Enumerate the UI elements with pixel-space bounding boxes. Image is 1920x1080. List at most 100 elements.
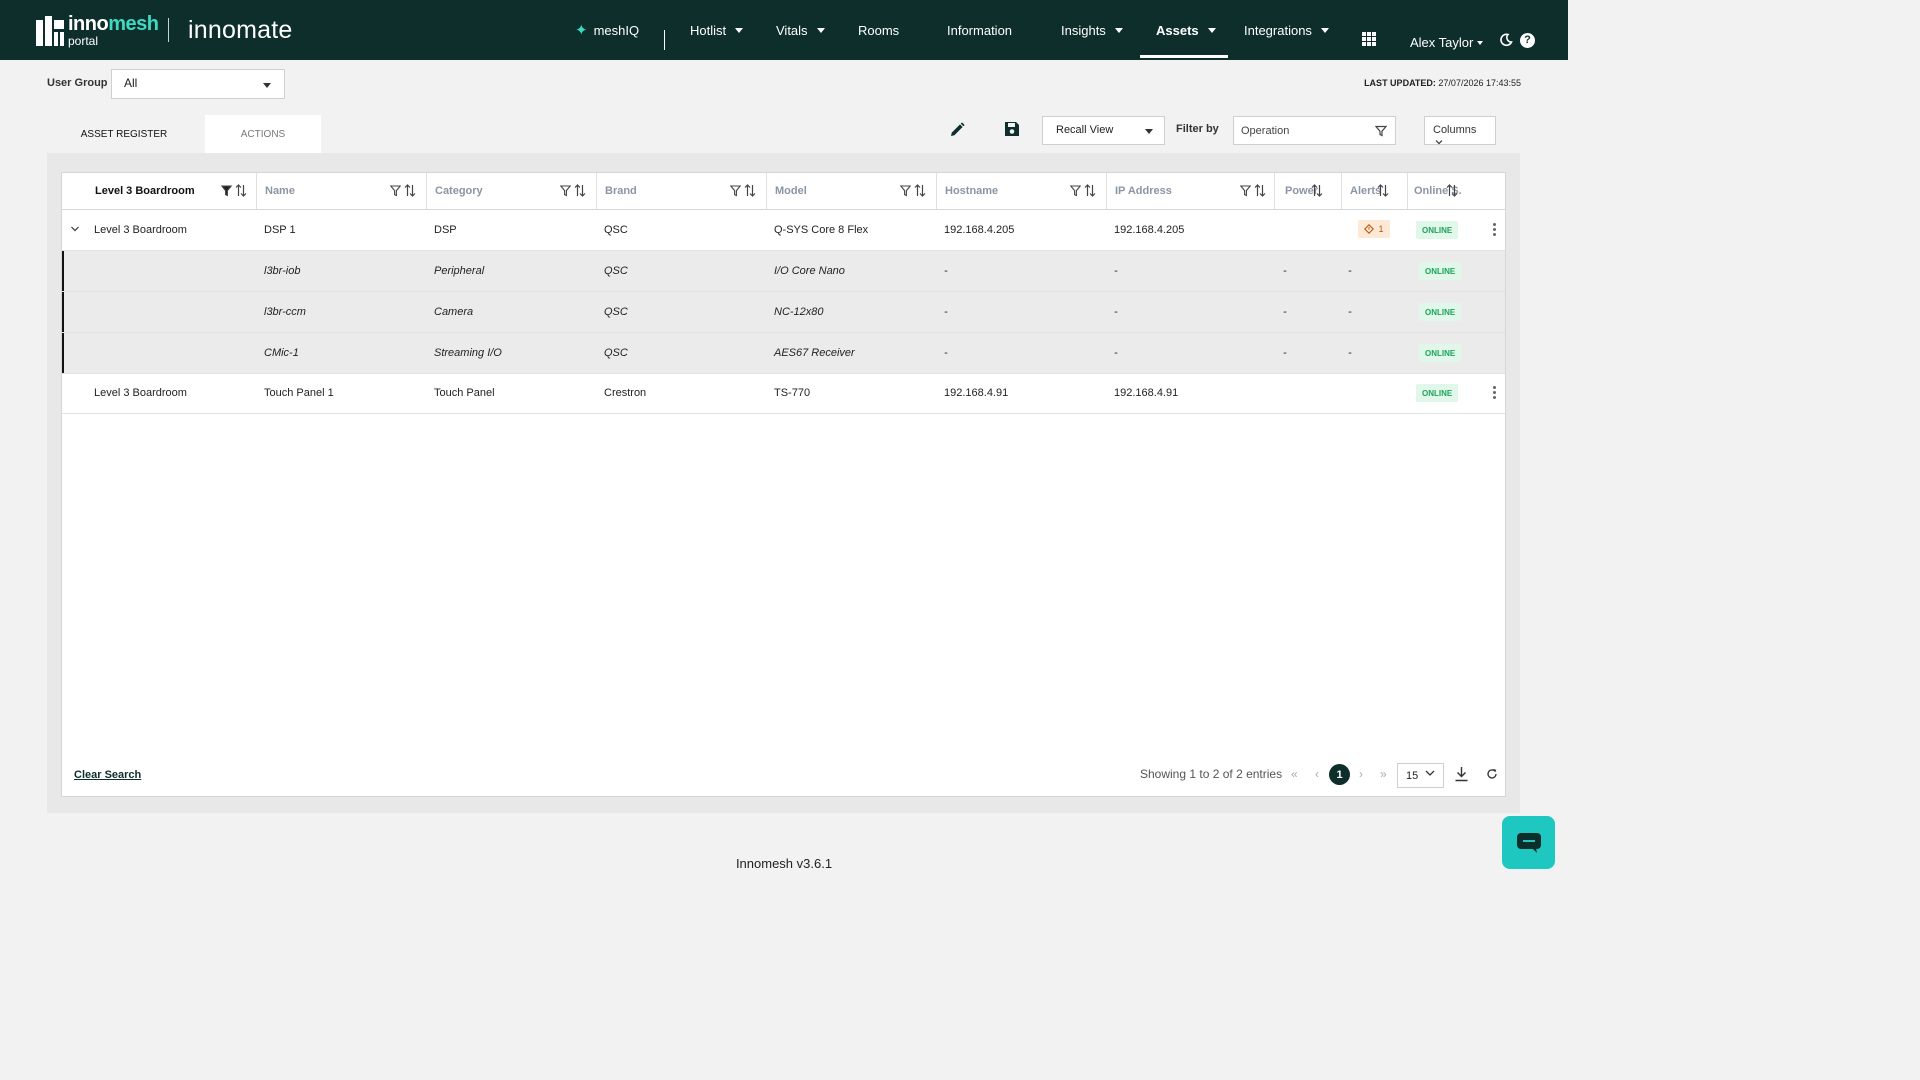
column-header-ip-address[interactable]: IP Address (1115, 173, 1172, 209)
column-header-name[interactable]: Name (265, 173, 295, 209)
columns-dropdown-button[interactable]: Columns (1424, 116, 1496, 145)
filter-by-input[interactable]: Operation (1233, 116, 1396, 145)
filter-by-value: Operation (1241, 125, 1290, 137)
current-page-button[interactable]: 1 (1329, 764, 1350, 785)
column-filter-icon[interactable] (900, 184, 911, 197)
column-divider[interactable] (596, 173, 597, 209)
last-updated-label: LAST UPDATED: (1364, 78, 1436, 88)
cell-model: NC-12x80 (774, 306, 824, 318)
nav-information[interactable]: Information (947, 0, 1012, 60)
column-sort-icon[interactable] (1446, 184, 1458, 197)
cell-room: Level 3 Boardroom (94, 224, 187, 236)
page-size-select[interactable]: 15 (1397, 763, 1444, 788)
column-filter-icon[interactable] (730, 184, 741, 197)
column-sort-icon[interactable] (1084, 184, 1096, 197)
column-filter-icon[interactable] (390, 184, 401, 197)
cell-power: - (1283, 265, 1287, 277)
column-sort-icon[interactable] (235, 184, 247, 197)
tab-asset-register[interactable]: ASSET REGISTER (47, 115, 201, 153)
column-header-controls (1311, 184, 1323, 197)
column-header-category[interactable]: Category (435, 173, 483, 209)
nav-meshiq[interactable]: ✦ meshIQ (575, 0, 639, 60)
nav-rooms[interactable]: Rooms (858, 0, 899, 60)
table-row[interactable]: Level 3 Boardroom DSP 1 DSP QSC Q-SYS Core 8… (62, 210, 1505, 251)
column-filter-icon[interactable] (1240, 184, 1251, 197)
nav-integrations[interactable]: Integrations (1244, 0, 1329, 60)
collapse-chevron-icon[interactable] (70, 224, 80, 236)
column-header-room[interactable]: Level 3 Boardroom (95, 173, 195, 209)
tab-actions[interactable]: ACTIONS (205, 115, 321, 153)
nav-hotlist[interactable]: Hotlist (690, 0, 744, 60)
caret-down-icon (1320, 27, 1329, 33)
first-page-icon[interactable]: « (1291, 767, 1298, 781)
table-child-row[interactable]: l3br-ccm Camera QSC NC-12x80 - - - - ONLINE (62, 292, 1505, 333)
apps-grid-icon[interactable] (1362, 32, 1376, 46)
row-actions-kebab-icon[interactable] (1493, 386, 1497, 399)
column-header-controls (390, 184, 416, 197)
nav-vitals-label: Vitals (776, 22, 808, 38)
column-header-controls (560, 184, 586, 197)
innomesh-portal-logo[interactable]: innomesh portal (36, 13, 159, 47)
nav-insights[interactable]: Insights (1061, 0, 1123, 60)
clear-search-link[interactable]: Clear Search (74, 769, 141, 781)
column-divider[interactable] (1407, 173, 1408, 209)
nav-insights-label: Insights (1061, 22, 1106, 38)
table-child-row[interactable]: l3br-iob Peripheral QSC I/O Core Nano - - - - ON… (62, 251, 1505, 292)
table-row[interactable]: Level 3 Boardroom Touch Panel 1 Touch Pane… (62, 373, 1505, 414)
nav-separator (664, 30, 665, 50)
column-sort-icon[interactable] (1311, 184, 1323, 197)
asset-table: Level 3 Boardroom Name Category Brand Model H… (61, 172, 1506, 797)
download-icon[interactable] (1454, 766, 1469, 782)
column-divider[interactable] (1341, 173, 1342, 209)
column-sort-icon[interactable] (574, 184, 586, 197)
cell-model: I/O Core Nano (774, 265, 845, 277)
column-sort-icon[interactable] (404, 184, 416, 197)
column-sort-icon[interactable] (914, 184, 926, 197)
dark-mode-moon-icon[interactable] (1499, 33, 1513, 47)
user-menu[interactable]: Alex Taylor (1410, 35, 1484, 50)
cell-name: CMic-1 (264, 347, 299, 359)
column-header-controls (221, 184, 247, 197)
cell-category: DSP (434, 224, 457, 236)
alert-count-badge[interactable]: 1 (1358, 220, 1390, 238)
column-header-brand[interactable]: Brand (605, 173, 637, 209)
column-header-model[interactable]: Model (775, 173, 807, 209)
column-filter-icon[interactable] (560, 184, 571, 197)
column-divider[interactable] (766, 173, 767, 209)
caret-down-icon (1207, 27, 1216, 33)
row-actions-kebab-icon[interactable] (1493, 223, 1497, 236)
cell-brand: Crestron (604, 387, 647, 399)
recall-view-select[interactable]: Recall View (1042, 116, 1165, 145)
table-child-row[interactable]: CMic-1 Streaming I/O QSC AES67 Receiver - - - -… (62, 333, 1505, 374)
previous-page-icon[interactable]: ‹ (1315, 767, 1319, 781)
column-divider[interactable] (1274, 173, 1275, 209)
nav-vitals[interactable]: Vitals (776, 0, 825, 60)
column-divider[interactable] (256, 173, 257, 209)
user-group-select[interactable]: All (111, 69, 285, 99)
column-filter-icon[interactable] (1070, 184, 1081, 197)
last-page-icon[interactable]: » (1380, 767, 1387, 781)
edit-pencil-icon[interactable] (948, 121, 966, 139)
help-icon[interactable]: ? (1520, 33, 1535, 48)
chat-support-button[interactable] (1502, 816, 1555, 869)
save-floppy-icon[interactable] (1004, 121, 1020, 137)
cell-model: TS-770 (774, 387, 811, 399)
column-filter-icon[interactable] (221, 184, 232, 197)
column-divider[interactable] (1106, 173, 1107, 209)
brand-name-accent: mesh (108, 13, 159, 35)
refresh-icon[interactable] (1486, 768, 1498, 780)
column-sort-icon[interactable] (1377, 184, 1389, 197)
innomate-logo[interactable]: innomate (188, 16, 292, 45)
caret-down-icon (816, 27, 825, 33)
next-page-icon[interactable]: › (1359, 767, 1363, 781)
chat-bubble-icon (1516, 832, 1541, 853)
column-header-hostname[interactable]: Hostname (945, 173, 998, 209)
column-header-controls (1070, 184, 1096, 197)
column-header-controls (730, 184, 756, 197)
chevron-down-icon (1435, 140, 1443, 145)
column-sort-icon[interactable] (744, 184, 756, 197)
column-sort-icon[interactable] (1254, 184, 1266, 197)
column-divider[interactable] (936, 173, 937, 209)
nav-assets[interactable]: Assets (1140, 0, 1228, 60)
column-divider[interactable] (426, 173, 427, 209)
